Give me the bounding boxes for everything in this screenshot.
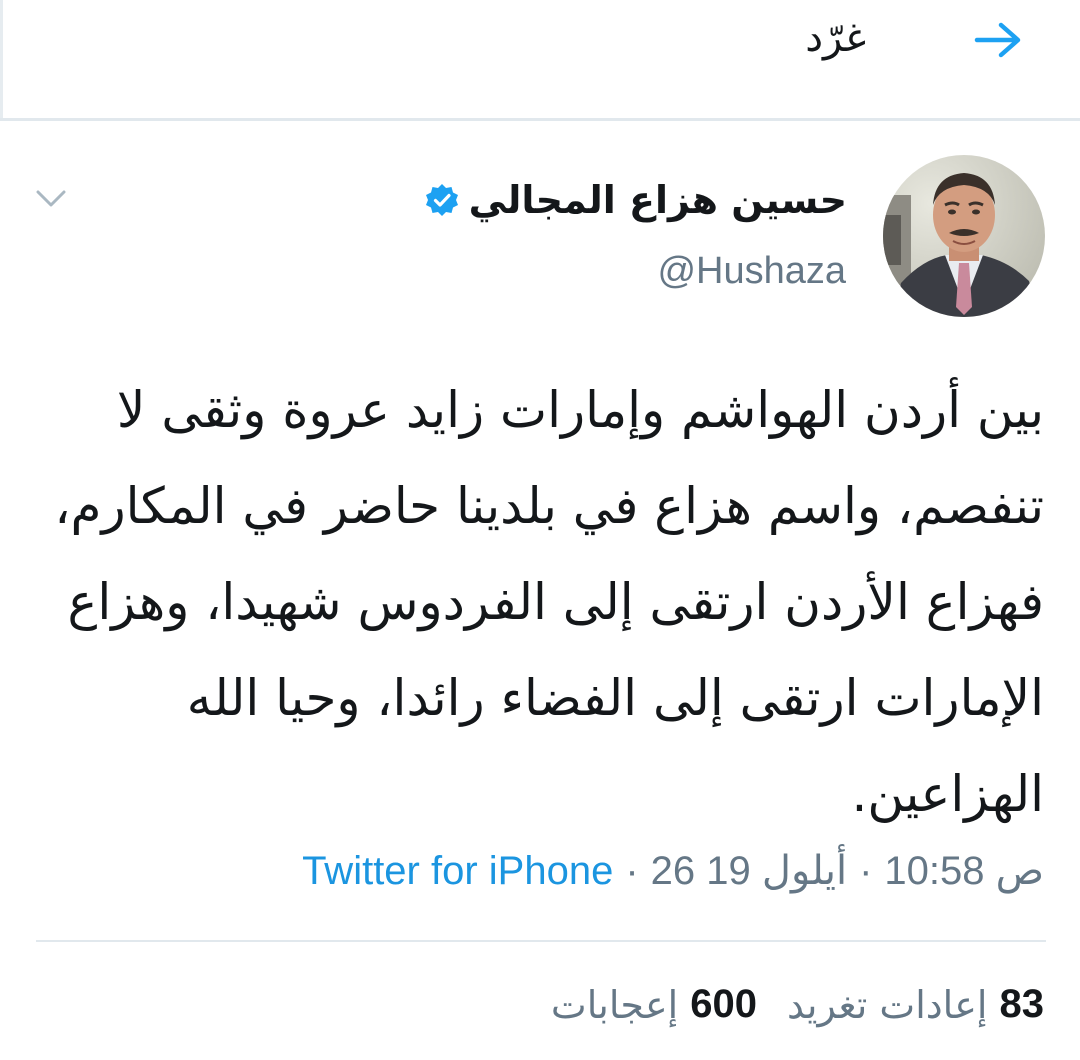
tweet-source-link[interactable]: Twitter for iPhone [302, 849, 613, 894]
retweets-count: 83 [999, 982, 1045, 1026]
tweet-stats: 83 إعادات تغريد 600 إعجابات [551, 982, 1044, 1027]
likes-count: 600 [690, 982, 757, 1026]
verified-badge-icon [425, 184, 458, 216]
tweet-date: 26 أيلول 19 [650, 849, 848, 893]
header-divider [0, 118, 1080, 121]
tweet-menu-button[interactable] [28, 178, 74, 220]
top-bar: غرّد [0, 0, 1080, 118]
meta-divider [36, 940, 1046, 942]
author-handle[interactable]: @Hushaza [657, 250, 846, 293]
retweets-stat[interactable]: 83 إعادات تغريد [787, 982, 1044, 1027]
author-name-row[interactable]: حسين هزاع المجالي [425, 172, 847, 228]
page-title: غرّد [805, 15, 866, 61]
meta-separator: · [859, 848, 873, 893]
chevron-down-icon [36, 190, 66, 207]
tweet-detail-screen: غرّد حسين هزاع المجالي @Hushaza بين أردن… [0, 0, 1080, 1060]
back-button[interactable] [966, 14, 1030, 66]
profile-photo [883, 155, 1045, 317]
arrow-right-icon [974, 22, 1021, 58]
tweet-meta: 10:58 ص · 26 أيلول 19 · Twitter for iPho… [302, 848, 1044, 894]
tweet-time: 10:58 ص [884, 849, 1044, 893]
meta-separator: · [625, 848, 639, 893]
tweet-text: بين أردن الهواشم وإمارات زايد عروة وثقى … [54, 381, 1044, 823]
author-display-name: حسين هزاع المجالي [468, 178, 847, 222]
retweets-label: إعادات تغريد [786, 982, 988, 1027]
likes-stat[interactable]: 600 إعجابات [551, 982, 757, 1027]
avatar[interactable] [883, 155, 1045, 317]
left-edge-line [0, 0, 3, 118]
likes-label: إعجابات [550, 982, 679, 1027]
